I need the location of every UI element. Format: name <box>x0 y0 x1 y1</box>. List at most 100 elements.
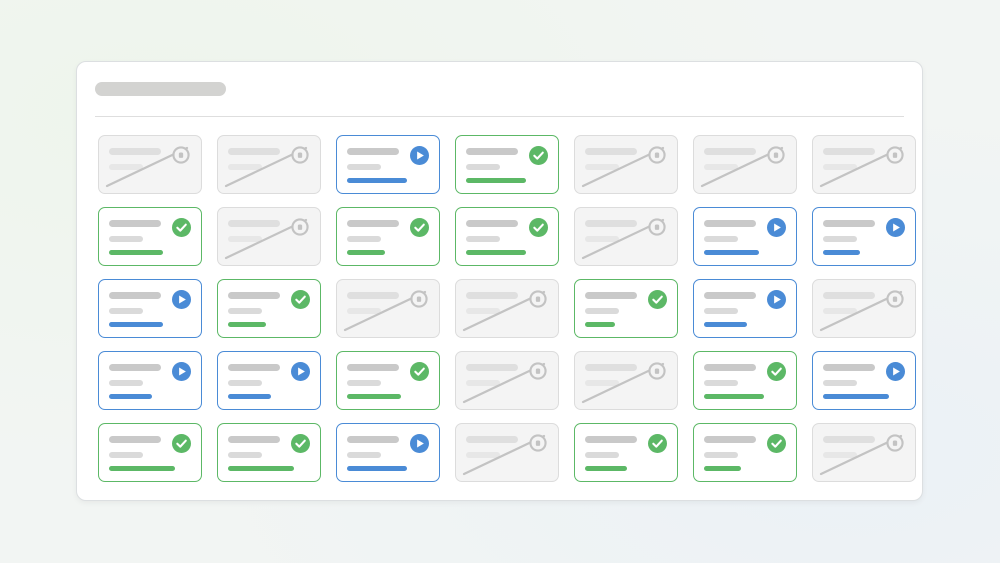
card-progress-bar <box>228 466 294 471</box>
card-title-placeholder <box>109 436 161 443</box>
card-completed[interactable] <box>336 207 440 266</box>
card-completed[interactable] <box>455 207 559 266</box>
lock-circle-icon <box>291 218 309 236</box>
card-title-placeholder <box>466 364 518 371</box>
card-progress-bar <box>823 394 889 399</box>
card-title-placeholder <box>466 220 518 227</box>
card-progress-bar <box>228 322 266 327</box>
play-circle-icon <box>767 290 786 309</box>
lock-circle-icon <box>291 146 309 164</box>
panel-title-placeholder <box>95 82 226 96</box>
card-grid <box>98 135 916 482</box>
card-completed[interactable] <box>693 423 797 482</box>
card-title-placeholder <box>228 148 280 155</box>
card-completed[interactable] <box>693 351 797 410</box>
card-title-placeholder <box>704 220 756 227</box>
card-subtitle-placeholder <box>109 164 143 170</box>
card-title-placeholder <box>228 364 280 371</box>
check-circle-icon <box>767 362 786 381</box>
card-in-progress[interactable] <box>98 279 202 338</box>
card-subtitle-placeholder <box>823 164 857 170</box>
play-circle-icon <box>767 218 786 237</box>
main-panel <box>76 61 923 501</box>
card-progress-bar <box>347 466 407 471</box>
card-subtitle-placeholder <box>466 308 500 314</box>
card-subtitle-placeholder <box>585 380 619 386</box>
check-circle-icon <box>767 434 786 453</box>
card-title-placeholder <box>347 148 399 155</box>
card-progress-bar <box>704 250 759 255</box>
card-title-placeholder <box>466 436 518 443</box>
card-completed[interactable] <box>98 207 202 266</box>
check-circle-icon <box>172 434 191 453</box>
lock-circle-icon <box>886 290 904 308</box>
card-locked <box>574 135 678 194</box>
card-subtitle-placeholder <box>228 236 262 242</box>
card-title-placeholder <box>585 292 637 299</box>
card-completed[interactable] <box>336 351 440 410</box>
play-circle-icon <box>886 218 905 237</box>
card-locked <box>812 279 916 338</box>
check-circle-icon <box>410 218 429 237</box>
check-circle-icon <box>648 434 667 453</box>
card-title-placeholder <box>466 292 518 299</box>
card-locked <box>693 135 797 194</box>
lock-circle-icon <box>529 362 547 380</box>
card-in-progress[interactable] <box>98 351 202 410</box>
card-title-placeholder <box>585 220 637 227</box>
card-locked <box>574 207 678 266</box>
card-in-progress[interactable] <box>693 279 797 338</box>
card-progress-bar <box>347 250 385 255</box>
card-subtitle-placeholder <box>585 452 619 458</box>
card-title-placeholder <box>823 220 875 227</box>
card-subtitle-placeholder <box>347 380 381 386</box>
card-in-progress[interactable] <box>217 351 321 410</box>
card-in-progress[interactable] <box>336 135 440 194</box>
card-locked <box>455 279 559 338</box>
card-completed[interactable] <box>574 423 678 482</box>
card-progress-bar <box>347 178 407 183</box>
card-title-placeholder <box>466 148 518 155</box>
card-subtitle-placeholder <box>109 452 143 458</box>
card-title-placeholder <box>585 436 637 443</box>
card-title-placeholder <box>585 148 637 155</box>
card-in-progress[interactable] <box>812 351 916 410</box>
card-locked <box>455 423 559 482</box>
play-circle-icon <box>172 362 191 381</box>
card-locked <box>217 135 321 194</box>
check-circle-icon <box>648 290 667 309</box>
card-subtitle-placeholder <box>823 452 857 458</box>
card-title-placeholder <box>823 364 875 371</box>
card-locked <box>98 135 202 194</box>
play-circle-icon <box>886 362 905 381</box>
card-progress-bar <box>109 322 163 327</box>
card-locked <box>455 351 559 410</box>
card-locked <box>217 207 321 266</box>
card-in-progress[interactable] <box>336 423 440 482</box>
card-subtitle-placeholder <box>704 236 738 242</box>
card-title-placeholder <box>109 148 161 155</box>
card-subtitle-placeholder <box>585 164 619 170</box>
card-locked <box>812 423 916 482</box>
card-title-placeholder <box>704 364 756 371</box>
check-circle-icon <box>529 146 548 165</box>
lock-circle-icon <box>172 146 190 164</box>
card-title-placeholder <box>704 292 756 299</box>
card-progress-bar <box>347 394 401 399</box>
play-circle-icon <box>291 362 310 381</box>
card-in-progress[interactable] <box>812 207 916 266</box>
card-subtitle-placeholder <box>704 308 738 314</box>
card-subtitle-placeholder <box>228 164 262 170</box>
play-circle-icon <box>172 290 191 309</box>
card-subtitle-placeholder <box>466 380 500 386</box>
card-progress-bar <box>109 394 152 399</box>
card-completed[interactable] <box>217 423 321 482</box>
card-progress-bar <box>704 466 741 471</box>
check-circle-icon <box>291 290 310 309</box>
card-in-progress[interactable] <box>693 207 797 266</box>
card-completed[interactable] <box>574 279 678 338</box>
card-completed[interactable] <box>217 279 321 338</box>
card-completed[interactable] <box>455 135 559 194</box>
card-subtitle-placeholder <box>347 452 381 458</box>
card-completed[interactable] <box>98 423 202 482</box>
